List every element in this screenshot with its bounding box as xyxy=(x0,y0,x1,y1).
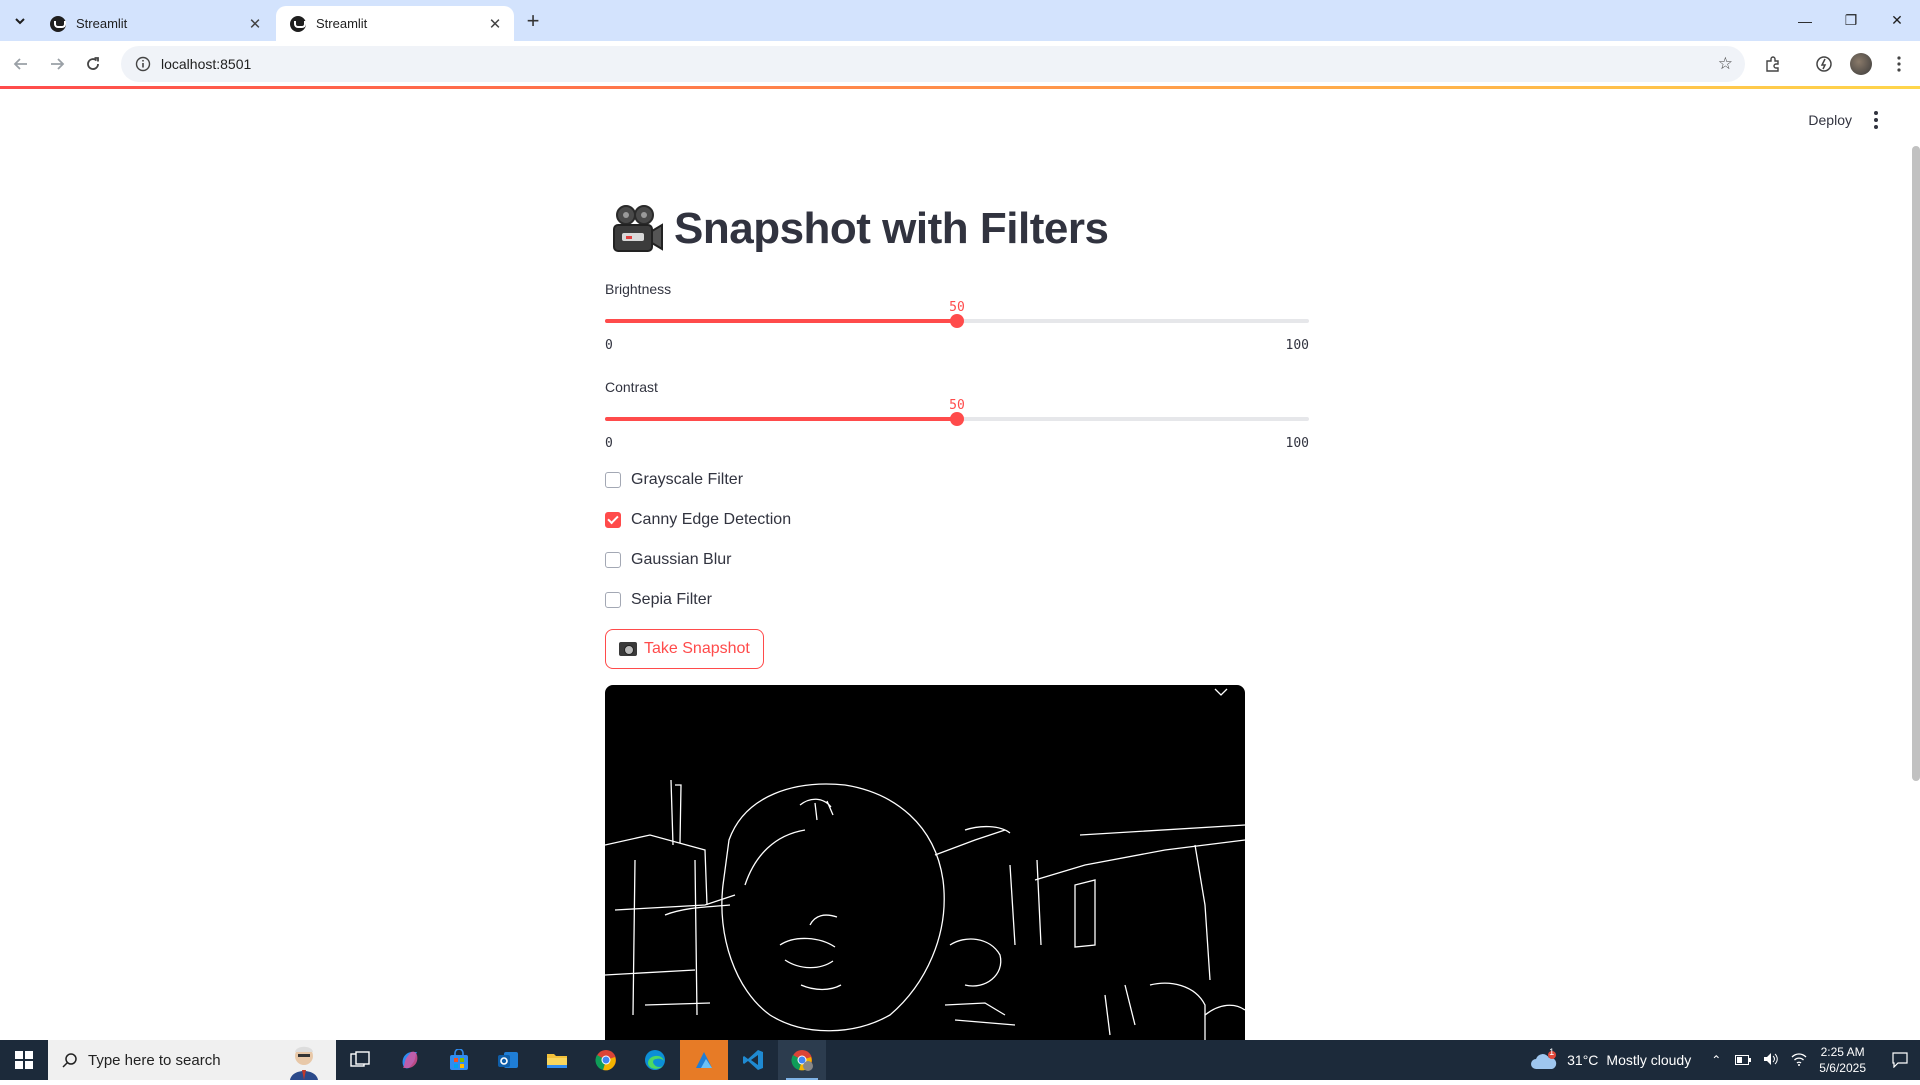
gaussian-blur-checkbox[interactable]: Gaussian Blur xyxy=(605,548,732,572)
streamlit-favicon-icon xyxy=(50,15,66,32)
canny-edge-checkbox[interactable]: Canny Edge Detection xyxy=(605,508,791,532)
browser-tab-2[interactable]: Streamlit ✕ xyxy=(276,6,514,41)
outlook-icon[interactable] xyxy=(484,1040,532,1080)
slider-label: Brightness xyxy=(605,281,672,297)
microsoft-store-icon[interactable] xyxy=(435,1040,483,1080)
wifi-icon[interactable] xyxy=(1791,1052,1807,1069)
new-tab-button[interactable]: + xyxy=(520,8,546,34)
clock-time: 2:25 AM xyxy=(1820,1045,1865,1059)
url-text: localhost:8501 xyxy=(161,56,252,72)
tab-title: Streamlit xyxy=(316,16,368,31)
close-tab-icon[interactable]: ✕ xyxy=(486,15,504,33)
site-info-icon[interactable] xyxy=(125,56,161,72)
clock-date: 5/6/2025 xyxy=(1819,1061,1866,1075)
file-explorer-icon[interactable] xyxy=(533,1040,581,1080)
edge-detection-image xyxy=(605,688,1245,1040)
slider-min: 0 xyxy=(605,338,613,353)
chevron-down-icon xyxy=(15,18,25,25)
checkbox-label: Grayscale Filter xyxy=(631,471,744,488)
restore-icon[interactable]: ❐ xyxy=(1828,0,1874,41)
main-menu-icon[interactable] xyxy=(1868,111,1884,129)
page-title: Snapshot with Filters xyxy=(674,204,1109,253)
brightness-slider[interactable]: Brightness 50 0 100 xyxy=(605,281,1309,361)
weather-badge: 1 xyxy=(1549,1047,1555,1057)
close-window-icon[interactable]: ✕ xyxy=(1874,0,1920,41)
chevron-up-icon[interactable]: ⌃ xyxy=(1711,1053,1721,1067)
browser-tabstrip: Streamlit ✕ Streamlit ✕ + — ❐ ✕ xyxy=(0,0,1920,41)
movie-camera-icon xyxy=(608,201,664,257)
slider-value: 50 xyxy=(949,398,965,413)
deploy-button[interactable]: Deploy xyxy=(1808,112,1852,128)
weather-desc[interactable]: Mostly cloudy xyxy=(1606,1052,1691,1068)
slider-max: 100 xyxy=(1285,436,1309,451)
window-controls: — ❐ ✕ xyxy=(1782,0,1920,41)
checkbox-box[interactable] xyxy=(605,472,621,488)
checkbox-box[interactable] xyxy=(605,512,621,528)
camera-icon xyxy=(619,642,637,656)
checkbox-box[interactable] xyxy=(605,552,621,568)
address-bar[interactable]: localhost:8501 ☆ xyxy=(121,46,1745,82)
checkbox-label: Gaussian Blur xyxy=(631,551,732,568)
streamlit-app: Deploy Snapshot with Filters Brightness xyxy=(0,89,1920,1040)
contrast-slider[interactable]: Contrast 50 0 100 xyxy=(605,379,1309,459)
weather-temp[interactable]: 31°C xyxy=(1567,1052,1598,1068)
reload-icon[interactable] xyxy=(78,49,108,79)
chrome-menu-icon[interactable] xyxy=(1886,51,1912,77)
windows-start-icon[interactable] xyxy=(0,1040,48,1080)
minimize-icon[interactable]: — xyxy=(1782,0,1828,41)
slider-label: Contrast xyxy=(605,379,658,395)
browser-toolbar: localhost:8501 ☆ xyxy=(0,41,1920,86)
slider-thumb[interactable] xyxy=(950,412,964,426)
chrome-icon[interactable] xyxy=(582,1040,630,1080)
slider-thumb[interactable] xyxy=(950,314,964,328)
notification-center-icon[interactable] xyxy=(1880,1040,1920,1080)
checkbox-label: Sepia Filter xyxy=(631,591,712,608)
slider-value: 50 xyxy=(949,300,965,315)
title-row: Snapshot with Filters xyxy=(608,201,1109,257)
taskbar-search-input[interactable]: Type here to search xyxy=(48,1040,336,1080)
streamlit-favicon-icon xyxy=(290,15,306,32)
vscode-icon[interactable] xyxy=(729,1040,777,1080)
page-scrollbar[interactable] xyxy=(1912,146,1920,781)
checkbox-label: Canny Edge Detection xyxy=(631,511,792,528)
extensions-icon[interactable] xyxy=(1760,51,1786,77)
forward-arrow-icon[interactable] xyxy=(42,49,72,79)
task-view-icon[interactable] xyxy=(336,1040,384,1080)
slider-max: 100 xyxy=(1285,338,1309,353)
bookmark-star-icon[interactable]: ☆ xyxy=(1718,54,1733,74)
battery-icon[interactable] xyxy=(1735,1052,1752,1068)
windows-taskbar: Type here to search 1 31°C Mostly cloudy… xyxy=(0,1040,1920,1080)
search-highlight-illustration xyxy=(284,1042,324,1080)
system-tray: 1 31°C Mostly cloudy ⌃ 2:25 AM 5/6/2025 xyxy=(1530,1040,1920,1080)
volume-icon[interactable] xyxy=(1763,1052,1779,1069)
take-snapshot-label: Take Snapshot xyxy=(644,640,750,657)
grayscale-checkbox[interactable]: Grayscale Filter xyxy=(605,468,743,492)
profile-avatar[interactable] xyxy=(1848,51,1874,77)
search-icon xyxy=(62,1053,77,1068)
azure-data-studio-icon[interactable] xyxy=(680,1040,728,1080)
checkbox-box[interactable] xyxy=(605,592,621,608)
slider-track-fill xyxy=(605,319,957,323)
edge-icon[interactable] xyxy=(631,1040,679,1080)
slider-track-fill xyxy=(605,417,957,421)
performance-icon[interactable] xyxy=(1811,51,1837,77)
take-snapshot-button[interactable]: Take Snapshot xyxy=(605,629,764,669)
tab-search-button[interactable] xyxy=(8,9,32,33)
taskbar-clock[interactable]: 2:25 AM 5/6/2025 xyxy=(1819,1044,1866,1076)
webcam-video-feed xyxy=(605,685,1245,1040)
browser-tab-1[interactable]: Streamlit ✕ xyxy=(36,6,274,41)
slider-min: 0 xyxy=(605,436,613,451)
back-arrow-icon[interactable] xyxy=(6,49,36,79)
search-placeholder: Type here to search xyxy=(88,1051,221,1069)
sepia-checkbox[interactable]: Sepia Filter xyxy=(605,588,712,612)
copilot-icon[interactable] xyxy=(386,1040,434,1080)
chrome-active-icon[interactable] xyxy=(778,1040,826,1080)
avatar xyxy=(1850,53,1872,75)
close-tab-icon[interactable]: ✕ xyxy=(246,15,264,33)
tab-title: Streamlit xyxy=(76,16,128,31)
